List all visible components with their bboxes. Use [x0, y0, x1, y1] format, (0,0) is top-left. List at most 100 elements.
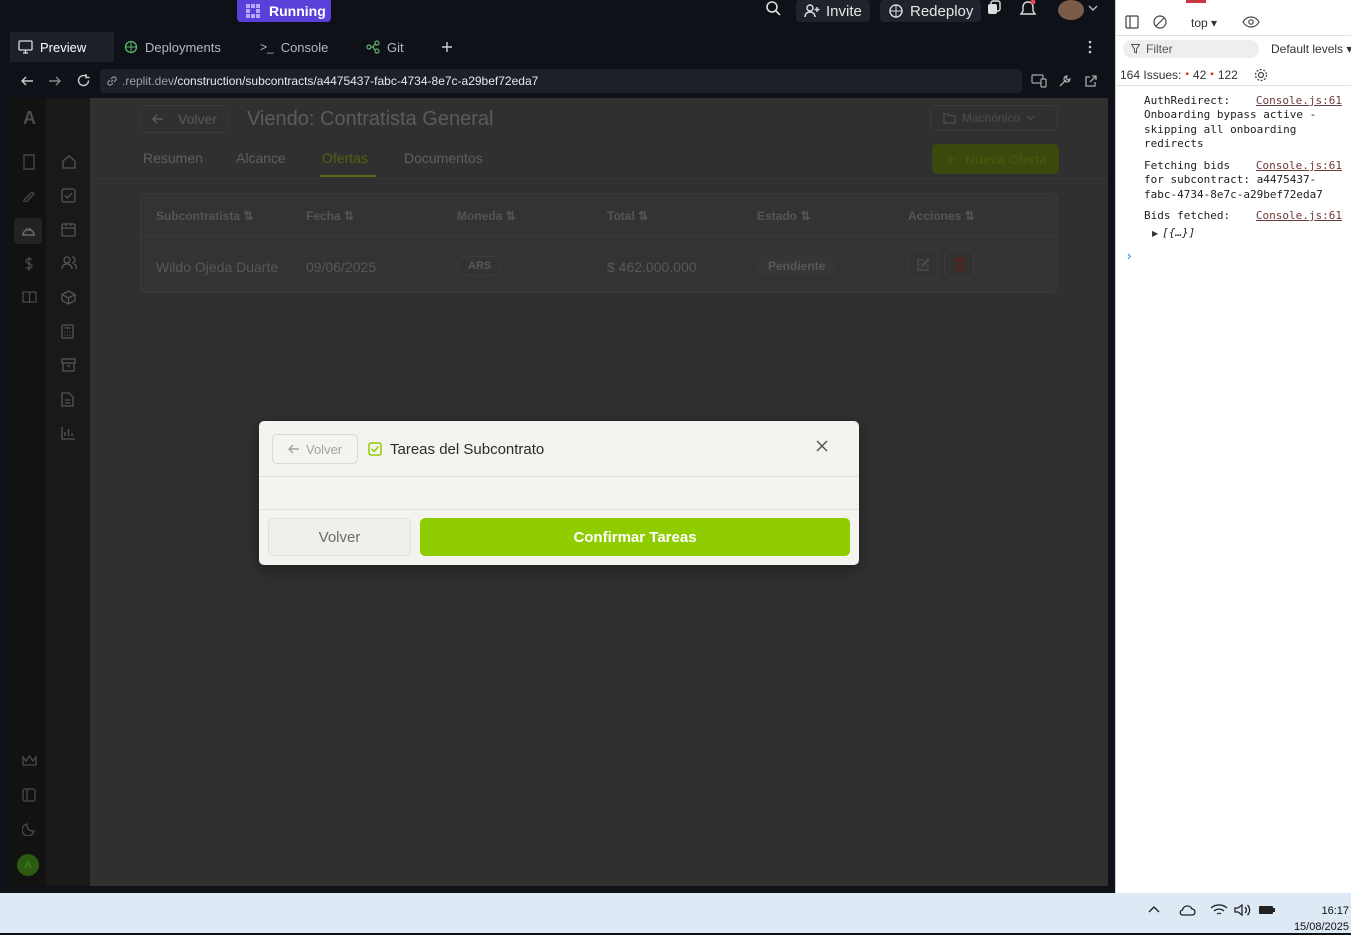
back-arrow-icon — [287, 443, 300, 455]
tab-console[interactable]: >_ Console — [252, 32, 352, 62]
cell-fecha: 09/06/2025 — [306, 259, 377, 275]
clear-console-icon[interactable] — [1153, 15, 1167, 29]
delete-bid-button[interactable] — [944, 249, 974, 279]
wrench-icon[interactable] — [1058, 74, 1072, 88]
moon-icon[interactable] — [22, 822, 36, 836]
run-label: Running — [269, 3, 326, 19]
add-tab-plus-icon[interactable] — [440, 40, 454, 54]
redeploy-button[interactable]: Redeploy — [880, 0, 982, 22]
checklist-icon — [368, 442, 382, 456]
console-source-link[interactable]: Console.js:61 — [1256, 209, 1342, 222]
book-icon[interactable] — [22, 290, 37, 304]
console-prompt-icon[interactable]: › — [1127, 248, 1131, 263]
url-input[interactable]: .replit.dev/construction/subcontracts/a4… — [100, 69, 1022, 93]
battery-icon[interactable] — [1258, 904, 1276, 916]
crown-icon[interactable] — [22, 754, 37, 767]
forward-arrow-icon[interactable] — [48, 74, 62, 88]
add-user-icon — [804, 3, 820, 19]
calculator-icon[interactable] — [61, 324, 74, 339]
object-preview[interactable]: ▶ [{…}] — [1152, 226, 1195, 240]
panel-toggle-icon[interactable] — [22, 788, 36, 802]
back-arrow-icon[interactable] — [20, 74, 34, 88]
issues-label: 164 Issues: — [1120, 67, 1182, 82]
active-panel-indicator — [1186, 0, 1206, 3]
issues-bar[interactable]: 164 Issues: ▪ 42 ▪ 122 — [1116, 64, 1351, 86]
settings-gear-icon[interactable] — [1254, 68, 1268, 82]
column-header-subcontratista[interactable]: Subcontratista ⇅ — [156, 209, 253, 223]
tab-label: Deployments — [145, 39, 221, 55]
building-icon[interactable] — [22, 154, 36, 170]
preview-url-bar: .replit.dev/construction/subcontracts/a4… — [10, 66, 1108, 96]
page-back-button[interactable]: Volver — [140, 105, 228, 133]
tab-preview[interactable]: Preview — [10, 32, 114, 62]
construction-nav-item[interactable] — [14, 218, 42, 244]
context-select[interactable]: top ▾ — [1191, 16, 1217, 30]
new-bid-button[interactable]: Nueva Oferta — [932, 144, 1059, 174]
column-header-acciones[interactable]: Acciones ⇅ — [908, 209, 975, 223]
workspace-tabs: Preview Deployments >_ Console Git — [10, 32, 1108, 62]
cloud-icon[interactable] — [1178, 904, 1196, 916]
checkbox-icon[interactable] — [61, 188, 76, 203]
modal-cancel-button[interactable]: Volver — [268, 518, 411, 556]
confirm-tasks-button[interactable]: Confirmar Tareas — [420, 518, 850, 556]
extension-icon[interactable] — [986, 0, 1002, 16]
close-icon[interactable] — [816, 440, 828, 452]
tab-git[interactable]: Git — [358, 32, 428, 62]
trash-icon — [953, 257, 966, 272]
system-clock[interactable]: 16:17 15/08/2025 — [1294, 903, 1349, 935]
column-header-total[interactable]: Total ⇅ — [607, 209, 648, 223]
bids-table: Subcontratista ⇅ Fecha ⇅ Moneda ⇅ Total … — [140, 193, 1058, 293]
project-select[interactable]: Machónico — [930, 105, 1058, 131]
devices-icon[interactable] — [1031, 74, 1047, 88]
edit-bid-button[interactable] — [908, 249, 938, 279]
dollar-icon[interactable] — [22, 256, 36, 272]
tab-label: Git — [387, 39, 404, 55]
search-icon[interactable] — [765, 0, 781, 16]
expand-triangle-icon: ▶ — [1152, 228, 1159, 238]
open-external-icon[interactable] — [1084, 74, 1098, 88]
tab-label: Console — [280, 39, 329, 55]
notifications-bell-icon[interactable] — [1020, 0, 1036, 18]
tab-ofertas[interactable]: Ofertas — [322, 150, 368, 166]
volume-icon[interactable] — [1234, 903, 1252, 917]
bar-chart-icon[interactable] — [61, 426, 76, 440]
column-header-fecha[interactable]: Fecha ⇅ — [306, 209, 354, 223]
page-back-label: Volver — [178, 111, 217, 127]
tab-documentos[interactable]: Documentos — [404, 150, 483, 166]
filter-placeholder: Filter — [1146, 42, 1173, 56]
invite-button[interactable]: Invite — [796, 0, 870, 22]
user-avatar[interactable]: A — [17, 854, 39, 876]
home-icon[interactable] — [61, 154, 77, 169]
document-icon[interactable] — [61, 392, 74, 407]
more-options-icon[interactable] — [1088, 40, 1092, 54]
url-path: /construction/subcontracts/a4475437-fabc… — [174, 74, 539, 88]
column-header-moneda[interactable]: Moneda ⇅ — [457, 209, 516, 223]
wifi-icon[interactable] — [1210, 903, 1228, 917]
tab-resumen[interactable]: Resumen — [143, 150, 203, 166]
sidebar-toggle-icon[interactable] — [1125, 15, 1139, 29]
cell-subcontratista: Wildo Ojeda Duarte — [156, 259, 279, 275]
modal-back-button[interactable]: Volver — [272, 434, 358, 464]
console-source-link[interactable]: Console.js:61 — [1256, 94, 1342, 107]
error-flag-icon: ▪ — [1185, 69, 1189, 80]
users-icon[interactable] — [61, 256, 77, 270]
tab-deployments[interactable]: Deployments — [116, 32, 250, 62]
cell-total: $ 462.000.000 — [607, 259, 697, 275]
eye-icon[interactable] — [1242, 16, 1260, 28]
archive-icon[interactable] — [61, 358, 76, 372]
reload-icon[interactable] — [76, 73, 91, 88]
log-levels-select[interactable]: Default levels ▾ — [1271, 42, 1351, 56]
console-source-link[interactable]: Console.js:61 — [1256, 159, 1342, 172]
column-header-estado[interactable]: Estado ⇅ — [757, 209, 810, 223]
calendar-icon[interactable] — [61, 222, 76, 237]
run-button[interactable]: Running — [237, 0, 331, 22]
pencil-icon[interactable] — [22, 188, 36, 202]
user-avatar[interactable] — [1058, 0, 1084, 20]
box-icon[interactable] — [61, 290, 76, 305]
chevron-up-icon[interactable] — [1148, 905, 1160, 913]
chevron-down-icon[interactable] — [1088, 4, 1098, 12]
new-bid-label: Nueva Oferta — [965, 151, 1047, 167]
app-sidebar — [46, 98, 90, 886]
filter-input[interactable]: Filter — [1123, 40, 1259, 58]
tab-alcance[interactable]: Alcance — [236, 150, 286, 166]
